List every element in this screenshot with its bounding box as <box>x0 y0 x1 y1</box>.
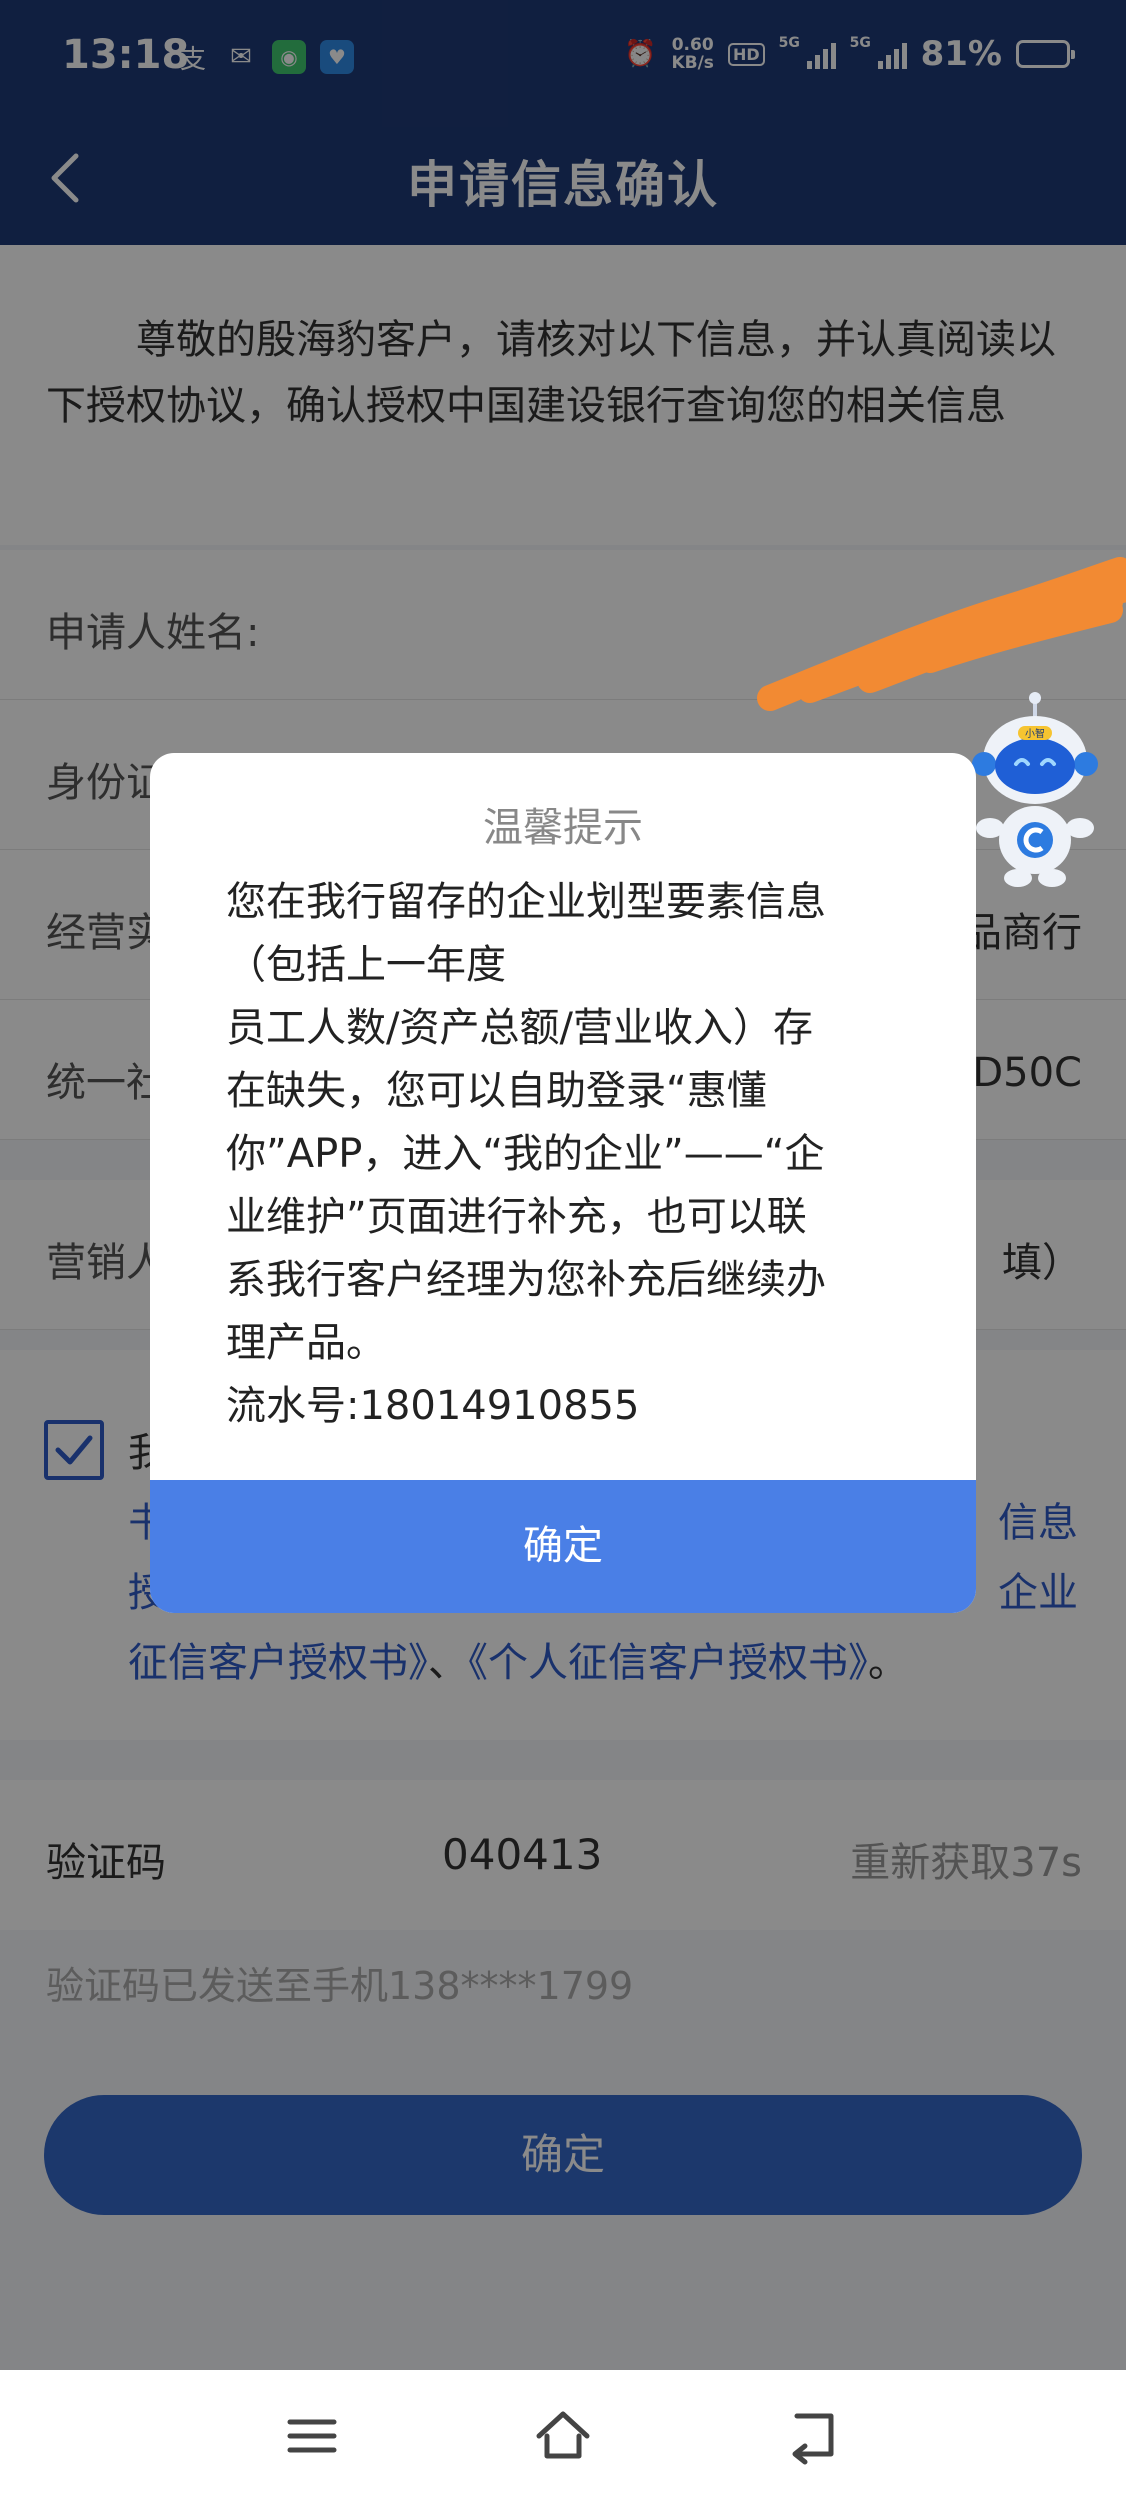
dialog-confirm-button[interactable]: 确定 <box>150 1480 976 1613</box>
dialog-line: 在缺失，您可以自助登录“惠懂 <box>226 1068 767 1114</box>
dialog-serial-number: 流水号:18014910855 <box>226 1383 640 1429</box>
dialog-line: 您在我行留存的企业划型要素信息 <box>226 879 826 925</box>
back-nav-icon[interactable] <box>783 2406 843 2466</box>
robot-assistant-icon[interactable]: 小智 <box>970 690 1100 890</box>
dialog-line: 你”APP，进入“我的企业”——“企 <box>226 1131 825 1177</box>
mascot-badge: 小智 <box>1025 727 1045 740</box>
dialog-message: 您在我行留存的企业划型要素信息 （包括上一年度 员工人数/资产总额/营业收入）存… <box>226 871 916 1438</box>
dialog-line: 员工人数/资产总额/营业收入）存 <box>226 1005 813 1051</box>
dialog-line: （包括上一年度 <box>226 942 506 988</box>
dialog-line: 业维护”页面进行补充，也可以联 <box>226 1194 807 1240</box>
dialog-line: 理产品。 <box>226 1320 386 1366</box>
system-nav-bar <box>0 2370 1126 2500</box>
dialog-title: 温馨提示 <box>483 805 643 851</box>
dialog-line: 系我行客户经理为您补充后继续办 <box>226 1257 826 1303</box>
menu-icon[interactable] <box>282 2406 342 2466</box>
home-icon[interactable] <box>533 2406 593 2466</box>
tip-dialog: 温馨提示 您在我行留存的企业划型要素信息 （包括上一年度 员工人数/资产总额/营… <box>150 753 976 1613</box>
